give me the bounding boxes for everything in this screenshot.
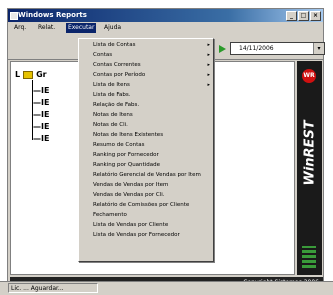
menu-item[interactable]: Relação de Fabs. [93,102,139,109]
date-combo[interactable]: 14/11/2006 ▾ [230,42,325,55]
tree-root[interactable]: L Gr [15,70,47,79]
minimize-button[interactable]: _ [286,11,297,21]
tree-node[interactable]: —IE [33,86,49,95]
submenu-arrow-icon: ▸ [207,72,210,78]
tree-node[interactable]: —IE [33,134,49,143]
submenu-arrow-icon: ▸ [207,82,210,88]
menu-bar: Arq. Relat. Executar Ajuda [8,23,323,33]
menu-item[interactable]: Lista de Vendas por Cliente [93,222,168,229]
menu-executar[interactable]: Executar [66,23,97,33]
play-icon[interactable] [219,45,226,53]
collapse-icon[interactable]: L [15,70,20,79]
submenu-arrow-icon: ▸ [207,52,210,58]
tree-node[interactable]: —IE [33,110,49,119]
status-bar: Lic. ... Aguardar... [0,281,333,295]
menu-item[interactable]: Contas [93,52,112,59]
submenu-arrow-icon: ▸ [207,62,210,68]
menu-item[interactable]: Vendas de Vendas por Item [93,182,168,189]
menu-item[interactable]: Lista de Contas [93,42,135,49]
date-combo-value: 14/11/2006 [239,45,274,52]
brand-logo: WR [302,69,316,83]
menu-item[interactable]: Notas de Itens [93,112,133,119]
close-button[interactable]: × [310,11,321,21]
title-bar[interactable]: Windows Reports _ □ × [8,9,323,22]
menu-item[interactable]: Fechamento [93,212,127,219]
menu-ajuda[interactable]: Ajuda [104,23,121,33]
menu-relatorios[interactable]: Relat. [38,23,55,33]
menu-arquivo[interactable]: Arq. [14,23,26,33]
menu-item[interactable]: Ranking por Fornecedor [93,152,159,159]
menu-item[interactable]: Relatório de Comissões por Cliente [93,202,189,209]
brand-bars [302,246,316,268]
maximize-button[interactable]: □ [298,11,309,21]
menu-item[interactable]: Vendas de Vendas por Cli. [93,192,165,199]
submenu-arrow-icon: ▸ [207,42,210,48]
tree-node[interactable]: —IE [33,98,49,107]
window-title: Windows Reports [18,11,87,19]
menu-item[interactable]: Lista de Itens [93,82,130,89]
menu-item[interactable]: Lista de Vendas por Fornecedor [93,232,180,239]
window-controls: _ □ × [286,11,321,21]
menu-item[interactable]: Contas por Período [93,72,145,79]
brand-panel: WR WinREST [297,61,322,275]
menu-item[interactable]: Lista de Fabs. [93,92,131,99]
brand-name: WinREST [302,120,318,186]
tree-root-label: Gr [36,70,47,79]
app-icon [10,12,18,20]
menu-item[interactable]: Contas Correntes [93,62,141,69]
menu-item[interactable]: Ranking por Quantidade [93,162,160,169]
tree-node[interactable]: —IE [33,122,49,131]
menu-item[interactable]: Notas de Itens Existentes [93,132,163,139]
chevron-down-icon[interactable]: ▾ [313,43,324,54]
executar-dropdown-menu: Lista de Contas ▸ Contas ▸ Contas Corren… [78,38,214,262]
menu-item[interactable]: Notas de Cli. [93,122,128,129]
menu-item[interactable]: Resumo de Contas [93,142,145,149]
folder-icon [23,70,34,79]
menu-item[interactable]: Relatório Gerencial de Vendas por Item [93,172,201,179]
status-text: Lic. ... Aguardar... [8,283,98,293]
